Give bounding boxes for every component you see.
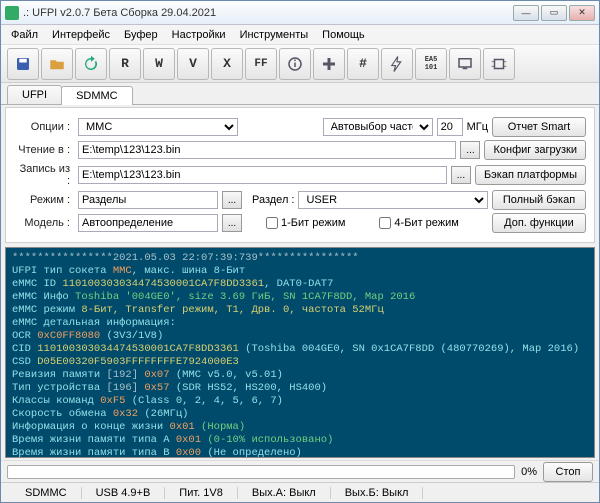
tab-sdmmc[interactable]: SDMMC (61, 86, 133, 105)
writefrom-input[interactable] (78, 166, 447, 184)
chip-icon[interactable] (483, 48, 515, 80)
mode-browse-button[interactable]: ... (222, 191, 242, 209)
freq-select[interactable]: Автовыбор частоты (323, 118, 433, 136)
read-button[interactable]: R (109, 48, 141, 80)
status-out-a: Вых.A: Выкл (238, 487, 331, 499)
status-bar: SDMMC USB 4.9+B Пит. 1V8 Вых.A: Выкл Вых… (1, 482, 599, 502)
toolbar: R W V X FF # EA5101 (1, 45, 599, 83)
model-browse-button[interactable]: ... (222, 214, 242, 232)
menu-interface[interactable]: Интерфейс (46, 27, 116, 43)
maximize-button[interactable]: ▭ (541, 5, 567, 21)
minimize-button[interactable]: — (513, 5, 539, 21)
erase-button[interactable]: X (211, 48, 243, 80)
boot-config-button[interactable]: Конфиг загрузки (484, 140, 586, 160)
section-label: Раздел : (252, 194, 294, 206)
bit1-checkbox[interactable]: 1-Бит режим (266, 217, 345, 229)
freq-unit: МГц (467, 121, 488, 133)
freq-input[interactable] (437, 118, 463, 136)
log-console[interactable]: ****************2021.05.03 22:07:39:739*… (5, 247, 595, 458)
status-out-b: Вых.Б: Выкл (331, 487, 424, 499)
plus-icon[interactable] (313, 48, 345, 80)
titlebar: .: UFPI v2.0.7 Бета Сборка 29.04.2021 — … (1, 1, 599, 25)
full-backup-button[interactable]: Полный бэкап (492, 190, 586, 210)
writefrom-browse-button[interactable]: ... (451, 166, 471, 184)
readin-browse-button[interactable]: ... (460, 141, 480, 159)
model-label: Модель : (14, 217, 74, 229)
section-select[interactable]: USER (298, 191, 488, 209)
menu-tools[interactable]: Инструменты (234, 27, 315, 43)
refresh-icon[interactable] (75, 48, 107, 80)
progress-percent: 0% (521, 466, 537, 478)
save-icon[interactable] (7, 48, 39, 80)
close-button[interactable]: ✕ (569, 5, 595, 21)
readin-label: Чтение в : (14, 144, 74, 156)
menu-help[interactable]: Помощь (316, 27, 371, 43)
menu-settings[interactable]: Настройки (166, 27, 232, 43)
status-usb: USB 4.9+B (82, 487, 166, 499)
window-controls: — ▭ ✕ (513, 5, 595, 21)
open-icon[interactable] (41, 48, 73, 80)
verify-button[interactable]: V (177, 48, 209, 80)
bolt-icon[interactable] (381, 48, 413, 80)
progress-bar-row: 0% Стоп (1, 460, 599, 482)
display-icon[interactable] (449, 48, 481, 80)
mode-label: Режим : (14, 194, 74, 206)
menu-buffer[interactable]: Буфер (118, 27, 164, 43)
writefrom-label: Запись из : (14, 163, 74, 187)
menubar: Файл Интерфейс Буфер Настройки Инструмен… (1, 25, 599, 45)
model-input[interactable] (78, 214, 218, 232)
window-title: .: UFPI v2.0.7 Бета Сборка 29.04.2021 (23, 7, 513, 19)
bit4-checkbox[interactable]: 4-Бит режим (379, 217, 458, 229)
readin-input[interactable] (78, 141, 456, 159)
tab-bar: UFPI SDMMC (1, 83, 599, 105)
options-select[interactable]: MMC (78, 118, 238, 136)
main-window: .: UFPI v2.0.7 Бета Сборка 29.04.2021 — … (0, 0, 600, 503)
mode-input[interactable] (78, 191, 218, 209)
stop-button[interactable]: Стоп (543, 462, 593, 482)
status-power: Пит. 1V8 (165, 487, 238, 499)
extra-functions-button[interactable]: Доп. функции (492, 213, 586, 233)
smart-report-button[interactable]: Отчет Smart (492, 117, 586, 137)
options-label: Опции : (14, 121, 74, 133)
menu-file[interactable]: Файл (5, 27, 44, 43)
progress-bar (7, 465, 515, 479)
ff-button[interactable]: FF (245, 48, 277, 80)
info-icon[interactable] (279, 48, 311, 80)
hash-icon[interactable]: # (347, 48, 379, 80)
status-interface: SDMMC (1, 487, 82, 499)
options-panel: Опции : MMC Автовыбор частоты МГц Отчет … (5, 107, 595, 243)
tab-ufpi[interactable]: UFPI (7, 85, 62, 104)
write-button[interactable]: W (143, 48, 175, 80)
platform-backup-button[interactable]: Бэкап платформы (475, 165, 586, 185)
ea5101-icon[interactable]: EA5101 (415, 48, 447, 80)
app-icon (5, 6, 19, 20)
